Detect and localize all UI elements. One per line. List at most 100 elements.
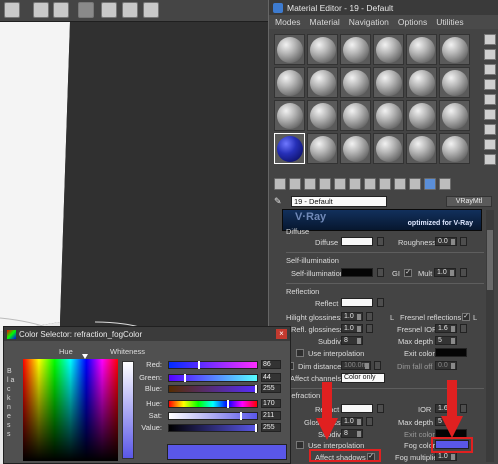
material-slot[interactable] xyxy=(406,34,437,65)
refl-max-depth-spinner[interactable]: 5 xyxy=(435,336,457,345)
assign-material-icon[interactable] xyxy=(304,178,316,190)
material-slot[interactable] xyxy=(373,34,404,65)
show-map-icon[interactable] xyxy=(394,178,406,190)
channel-value-spinner[interactable]: 255 xyxy=(261,423,281,432)
channel-slider-marker[interactable] xyxy=(255,385,257,393)
channel-slider-marker[interactable] xyxy=(227,400,229,408)
material-slot[interactable] xyxy=(274,34,305,65)
material-slot[interactable] xyxy=(274,67,305,98)
scrollbar-thumb[interactable] xyxy=(487,230,493,290)
channel-slider[interactable] xyxy=(168,424,258,432)
material-slot[interactable] xyxy=(439,133,470,164)
render-setup-icon[interactable] xyxy=(101,2,117,18)
hue-blackness-field[interactable] xyxy=(23,359,118,461)
channel-slider[interactable] xyxy=(168,412,258,420)
roughness-spinner[interactable]: 0.0 xyxy=(435,237,457,246)
material-slot[interactable] xyxy=(274,100,305,131)
refr-glossiness-map-button[interactable] xyxy=(366,417,373,426)
channel-slider-marker[interactable] xyxy=(240,412,242,420)
refl-glossiness-spinner[interactable]: 1.0 xyxy=(341,324,363,333)
material-name-field[interactable]: 19 - Default xyxy=(291,195,387,207)
channel-value-spinner[interactable]: 170 xyxy=(261,399,281,408)
fresnel-ior-spinner[interactable]: 1.6 xyxy=(435,324,457,333)
go-forward-sibling-icon[interactable] xyxy=(439,178,451,190)
material-slot[interactable] xyxy=(373,133,404,164)
show-end-result-icon[interactable] xyxy=(409,178,421,190)
diffuse-map-button[interactable] xyxy=(377,237,384,246)
channel-slider[interactable] xyxy=(168,385,258,393)
eyedropper-icon[interactable]: ✎ xyxy=(274,196,288,207)
render-icon[interactable] xyxy=(143,2,159,18)
mult-spinner[interactable]: 1.0 xyxy=(434,268,456,277)
backlight-icon[interactable] xyxy=(484,49,496,60)
rendered-frame-icon[interactable] xyxy=(122,2,138,18)
menu-utilities[interactable]: Utilities xyxy=(436,17,463,27)
refl-glossiness-map-button[interactable] xyxy=(366,324,373,333)
hilight-lock-label[interactable]: L xyxy=(390,313,394,322)
put-to-library-icon[interactable] xyxy=(364,178,376,190)
sample-uv-tiling-icon[interactable] xyxy=(484,79,496,90)
viewport-icon[interactable] xyxy=(4,2,20,18)
material-slot[interactable] xyxy=(439,67,470,98)
material-slot[interactable] xyxy=(439,34,470,65)
make-unique-icon[interactable] xyxy=(349,178,361,190)
put-material-icon[interactable] xyxy=(289,178,301,190)
hilight-glossiness-spinner[interactable]: 1.0 xyxy=(341,312,363,321)
go-to-parent-icon[interactable] xyxy=(424,178,436,190)
menu-navigation[interactable]: Navigation xyxy=(349,17,389,27)
channel-value-spinner[interactable]: 211 xyxy=(261,411,281,420)
background-icon[interactable] xyxy=(484,64,496,75)
channel-value-spinner[interactable]: 44 xyxy=(261,373,281,382)
sample-type-icon[interactable] xyxy=(484,34,496,45)
menu-options[interactable]: Options xyxy=(398,17,427,27)
select-by-material-icon[interactable] xyxy=(484,139,496,150)
material-slot-active[interactable] xyxy=(274,133,305,164)
material-type-button[interactable]: VRayMtl xyxy=(446,195,492,207)
material-slot[interactable] xyxy=(373,100,404,131)
material-slot[interactable] xyxy=(307,34,338,65)
refl-subdivs-spinner[interactable]: 8 xyxy=(341,336,363,345)
dim-distance-map-button[interactable] xyxy=(374,361,381,370)
material-slot[interactable] xyxy=(406,133,437,164)
refract-color-swatch[interactable] xyxy=(341,404,373,413)
self-illum-color-swatch[interactable] xyxy=(341,268,373,277)
material-slot[interactable] xyxy=(439,100,470,131)
material-slot[interactable] xyxy=(406,67,437,98)
video-color-check-icon[interactable] xyxy=(484,94,496,105)
get-material-icon[interactable] xyxy=(274,178,286,190)
close-icon[interactable]: × xyxy=(276,329,287,339)
refract-map-button[interactable] xyxy=(377,404,384,413)
menu-material[interactable]: Material xyxy=(310,17,340,27)
material-editor-icon[interactable] xyxy=(78,2,94,18)
reflect-color-swatch[interactable] xyxy=(341,298,373,307)
menu-modes[interactable]: Modes xyxy=(275,17,301,27)
rollout-scrollbar[interactable] xyxy=(486,210,494,462)
affect-channels-dropdown[interactable]: Color only xyxy=(341,373,385,383)
schematic-icon[interactable] xyxy=(53,2,69,18)
refl-use-interpolation-checkbox[interactable] xyxy=(296,349,304,357)
fresnel-reflections-checkbox[interactable]: ✓ xyxy=(462,313,470,321)
material-slot[interactable] xyxy=(340,34,371,65)
channel-slider-marker[interactable] xyxy=(184,374,186,382)
material-slot[interactable] xyxy=(406,100,437,131)
self-illum-map-button[interactable] xyxy=(377,268,384,277)
channel-value-spinner[interactable]: 86 xyxy=(261,360,281,369)
material-slot[interactable] xyxy=(340,100,371,131)
dim-distance-spinner[interactable]: 100.0m xyxy=(341,361,371,370)
reflect-map-button[interactable] xyxy=(377,298,384,307)
curve-editor-icon[interactable] xyxy=(33,2,49,18)
material-slot[interactable] xyxy=(373,67,404,98)
fog-multiplier-spinner[interactable]: 1.0 xyxy=(435,452,457,461)
channel-slider[interactable] xyxy=(168,400,258,408)
refr-use-interpolation-checkbox[interactable] xyxy=(296,441,304,449)
refr-subdivs-spinner[interactable]: 8 xyxy=(341,429,363,438)
refl-exit-color-swatch[interactable] xyxy=(435,348,467,357)
reset-map-icon[interactable] xyxy=(319,178,331,190)
channel-slider-marker[interactable] xyxy=(255,424,257,432)
options-icon[interactable] xyxy=(484,124,496,135)
channel-slider-marker[interactable] xyxy=(198,361,200,369)
channel-value-spinner[interactable]: 255 xyxy=(261,384,281,393)
diffuse-color-swatch[interactable] xyxy=(341,237,373,246)
channel-slider[interactable] xyxy=(168,361,258,369)
gi-checkbox[interactable]: ✓ xyxy=(404,269,412,277)
